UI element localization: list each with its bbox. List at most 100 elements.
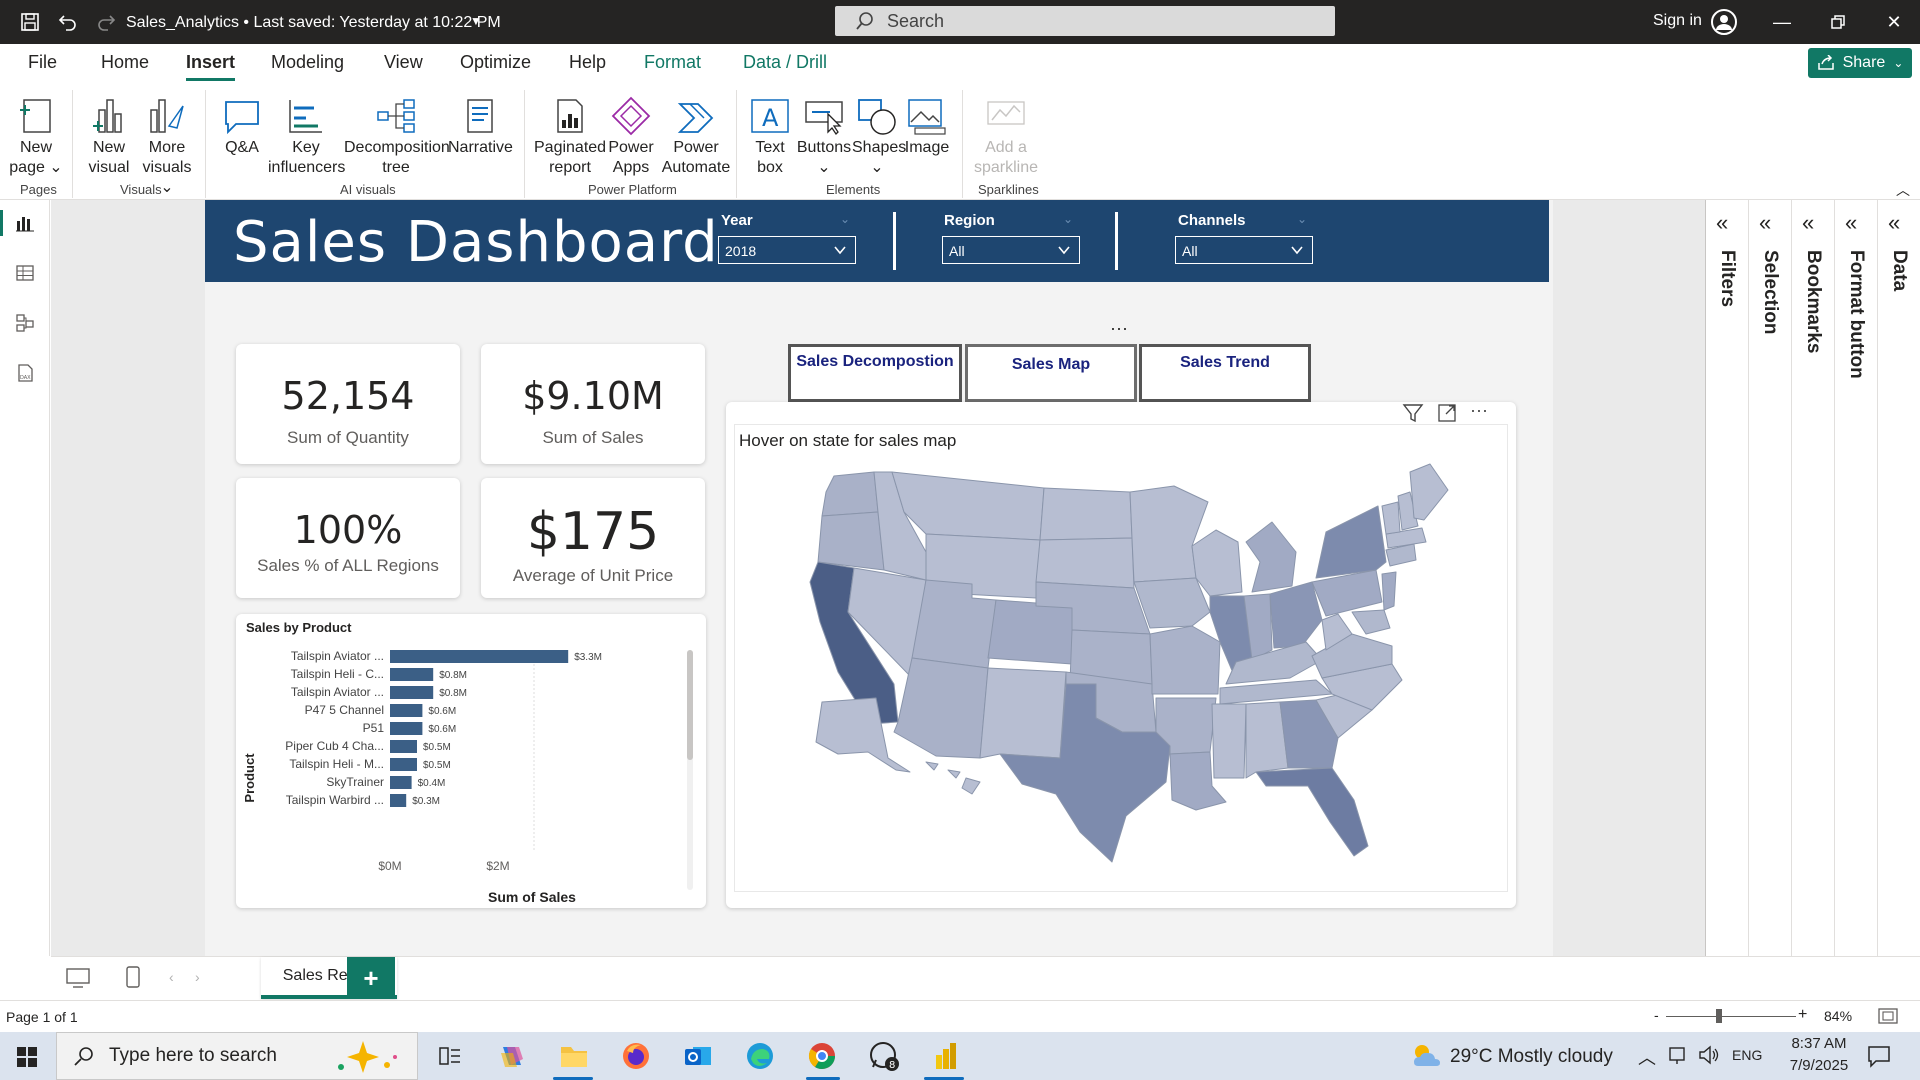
expand-pane-icon[interactable]: « [1716, 210, 1728, 236]
data-pane[interactable]: « Data [1878, 200, 1920, 956]
weather-text[interactable]: 29°C Mostly cloudy [1450, 1046, 1613, 1068]
sales-map-visual[interactable]: ··· Hover on state for sales map [726, 400, 1516, 908]
state-ohio[interactable] [1269, 581, 1323, 649]
network-icon[interactable] [1668, 1046, 1690, 1071]
region-slicer-collapse-icon[interactable]: ⌄ [1063, 212, 1073, 226]
kpi-card-unit-price[interactable]: $175 Average of Unit Price [481, 478, 705, 598]
desktop-layout-icon[interactable] [65, 967, 91, 994]
clock-date[interactable]: 7/9/2025 [1782, 1057, 1856, 1074]
region-slicer-dropdown[interactable]: All [942, 236, 1080, 264]
language-indicator[interactable]: ENG [1732, 1047, 1762, 1063]
outlook-icon[interactable] [682, 1040, 714, 1072]
year-slicer-collapse-icon[interactable]: ⌄ [840, 212, 850, 226]
tab-modeling[interactable]: Modeling [271, 52, 344, 73]
year-slicer-dropdown[interactable]: 2018 [718, 236, 856, 264]
state-colorado[interactable] [987, 599, 1077, 665]
kpi-card-sales-pct[interactable]: 100% Sales % of ALL Regions [236, 478, 460, 598]
close-icon[interactable]: ✕ [1880, 10, 1908, 34]
model-view-icon[interactable] [12, 310, 38, 336]
sales-trend-button[interactable]: Sales Trend [1139, 344, 1311, 402]
sales-by-product-visual[interactable]: Sales by Product Product Sum of Sales Ta… [236, 614, 706, 908]
mobile-layout-icon[interactable] [125, 965, 141, 994]
state-mississippi[interactable] [1211, 703, 1247, 779]
tab-format[interactable]: Format [644, 52, 701, 73]
channels-slicer-collapse-icon[interactable]: ⌄ [1297, 212, 1307, 226]
add-sparkline-button[interactable]: Add a sparkline [966, 90, 1046, 178]
bar[interactable] [390, 650, 569, 663]
more-options-icon[interactable]: ··· [1110, 318, 1128, 339]
power-apps-button[interactable]: Power Apps [606, 90, 656, 178]
tab-view[interactable]: View [384, 52, 423, 73]
expand-pane-icon[interactable]: « [1888, 210, 1900, 236]
narrative-button[interactable]: Narrative [448, 90, 513, 158]
zoom-slider[interactable] [1666, 1016, 1796, 1017]
next-page-icon[interactable]: › [195, 969, 200, 985]
clock-time[interactable]: 8:37 AM [1784, 1035, 1854, 1052]
channels-slicer-dropdown[interactable]: All [1175, 236, 1313, 264]
state-oregon[interactable] [817, 511, 885, 571]
buttons-button[interactable]: Buttons ⌄ [794, 90, 854, 178]
add-page-button[interactable]: + [347, 957, 395, 999]
account-icon[interactable] [1711, 9, 1737, 35]
tab-data-drill[interactable]: Data / Drill [743, 52, 827, 73]
sales-decomposition-button[interactable]: Sales Decompostion [788, 344, 962, 402]
power-bi-icon[interactable] [930, 1040, 962, 1072]
format-button-pane[interactable]: « Format button [1835, 200, 1878, 956]
state-maine[interactable] [1409, 463, 1449, 521]
paginated-report-button[interactable]: Paginated report [534, 90, 606, 178]
restore-icon[interactable] [1824, 10, 1852, 34]
new-visual-button[interactable]: New visual [82, 90, 136, 178]
copilot-icon[interactable] [496, 1040, 528, 1072]
bar[interactable] [390, 686, 434, 699]
tab-help[interactable]: Help [569, 52, 606, 73]
zoom-in-icon[interactable]: + [1798, 1006, 1807, 1024]
document-title[interactable]: Sales_Analytics • Last saved: Yesterday … [126, 14, 501, 32]
redo-icon[interactable] [94, 10, 118, 34]
state-washington[interactable] [821, 471, 879, 517]
zoom-slider-thumb[interactable] [1716, 1009, 1722, 1023]
state-new-york[interactable] [1315, 505, 1387, 579]
fit-to-page-icon[interactable] [1878, 1007, 1898, 1030]
state-north-dakota[interactable] [1039, 487, 1133, 541]
selection-pane[interactable]: « Selection [1749, 200, 1792, 956]
state-hawaii[interactable] [925, 761, 981, 795]
state-montana[interactable] [891, 471, 1045, 541]
bar[interactable] [390, 776, 412, 789]
kpi-card-quantity[interactable]: 52,154 Sum of Quantity [236, 344, 460, 464]
tab-file[interactable]: File [28, 52, 57, 73]
qa-button[interactable]: Q&A [216, 90, 268, 158]
expand-pane-icon[interactable]: « [1802, 210, 1814, 236]
file-explorer-icon[interactable] [558, 1040, 590, 1072]
search-bar[interactable]: Search [835, 6, 1335, 36]
bar[interactable] [390, 668, 434, 681]
image-button[interactable]: Image [902, 90, 952, 158]
show-hidden-icons-icon[interactable]: ︿ [1638, 1044, 1656, 1070]
state-new-mexico[interactable] [979, 667, 1067, 759]
tab-home[interactable]: Home [101, 52, 149, 73]
filters-pane[interactable]: « Filters [1706, 200, 1749, 956]
prev-page-icon[interactable]: ‹ [169, 969, 174, 985]
bar[interactable] [390, 758, 417, 771]
firefox-icon[interactable] [620, 1040, 652, 1072]
expand-pane-icon[interactable]: « [1845, 210, 1857, 236]
minimize-icon[interactable]: — [1768, 10, 1796, 34]
share-button[interactable]: Share ⌄ [1808, 48, 1912, 78]
state-south-dakota[interactable] [1035, 537, 1135, 589]
sales-map-button[interactable]: Sales Map [965, 344, 1137, 402]
shapes-button[interactable]: Shapes ⌄ [852, 90, 906, 178]
collapse-ribbon-icon[interactable]: ︿ [1896, 180, 1910, 200]
state-florida[interactable] [1255, 767, 1369, 857]
notifications-icon[interactable] [1866, 1044, 1892, 1073]
weather-icon[interactable] [1410, 1042, 1442, 1075]
state-michigan[interactable] [1245, 521, 1297, 593]
taskbar-search[interactable]: Type here to search [56, 1032, 418, 1080]
bar[interactable] [390, 740, 417, 753]
kpi-card-sales[interactable]: $9.10M Sum of Sales [481, 344, 705, 464]
chrome-icon[interactable] [806, 1040, 838, 1072]
sign-in-link[interactable]: Sign in [1653, 12, 1702, 30]
volume-icon[interactable] [1698, 1044, 1720, 1071]
report-view-icon[interactable] [0, 210, 38, 236]
state-missouri[interactable] [1149, 625, 1221, 695]
new-page-button[interactable]: New page ⌄ [8, 90, 64, 178]
bar[interactable] [390, 794, 407, 807]
